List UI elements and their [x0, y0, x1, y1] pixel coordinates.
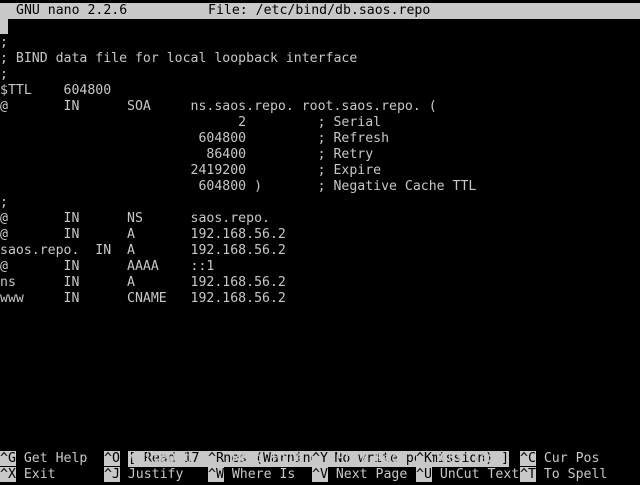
shortcut-exit[interactable]: ^X Exit [0, 467, 56, 483]
shortcut-prev-page[interactable]: ^Y Prev Page [312, 451, 407, 467]
buffer-line-11[interactable]: 604800 ) ; Negative Cache TTL [0, 179, 640, 195]
shortcut-key: ^K [416, 451, 432, 466]
buffer-line-3[interactable]: ; BIND data file for local loopback inte… [0, 51, 640, 67]
status-bar: [ Read 17 lines (Warning: No write permi… [0, 435, 640, 467]
shortcut-key: ^G [0, 451, 16, 466]
shortcut-key: ^Y [312, 451, 328, 466]
app-version: GNU nano 2.2.6 [16, 3, 128, 18]
buffer-line-17[interactable]: ns IN A 192.168.56.2 [0, 275, 640, 291]
shortcut-cur-pos[interactable]: ^C Cur Pos [520, 451, 599, 467]
terminal: GNU nano 2.2.6 File: /etc/bind/db.saos.r… [0, 3, 640, 307]
shortcut-where-is[interactable]: ^W Where Is [208, 467, 295, 483]
buffer-line-6[interactable]: @ IN SOA ns.saos.repo. root.saos.repo. ( [0, 99, 640, 115]
shortcut-label: Next Page [335, 467, 408, 482]
shortcut-key: ^J [104, 467, 120, 482]
shortcut-label: UnCut Text [439, 467, 520, 482]
shortcut-label: Exit [23, 467, 56, 482]
shortcut-key: ^V [312, 467, 328, 482]
shortcut-uncut-text[interactable]: ^U UnCut Text [416, 467, 519, 483]
buffer-line-18[interactable]: www IN CNAME 192.168.56.2 [0, 291, 640, 307]
shortcut-key: ^U [416, 467, 432, 482]
shortcut-label: Read File [231, 451, 304, 466]
shortcut-key: ^T [520, 467, 536, 482]
shortcut-key: ^O [104, 451, 120, 466]
buffer-line-9[interactable]: 86400 ; Retry [0, 147, 640, 163]
buffer-line-5[interactable]: $TTL 604800 [0, 83, 640, 99]
shortcut-label: Cut Text [439, 451, 504, 466]
shortcut-label: Cur Pos [543, 451, 600, 466]
shortcut-justify[interactable]: ^J Justify [104, 467, 183, 483]
buffer-line-14[interactable]: @ IN A 192.168.56.2 [0, 227, 640, 243]
shortcut-key: ^R [208, 451, 224, 466]
shortcut-to-spell[interactable]: ^T To Spell [520, 467, 607, 483]
shortcut-writeout[interactable]: ^O WriteOut [104, 451, 191, 467]
buffer-line-15[interactable]: saos.repo. IN A 192.168.56.2 [0, 243, 640, 259]
shortcut-key: ^W [208, 467, 224, 482]
buffer-line-10[interactable]: 2419200 ; Expire [0, 163, 640, 179]
shortcut-label: WriteOut [127, 451, 192, 466]
shortcut-next-page[interactable]: ^V Next Page [312, 467, 407, 483]
shortcut-label: Justify [127, 467, 184, 482]
shortcut-label: To Spell [543, 467, 608, 482]
title-bar: GNU nano 2.2.6 File: /etc/bind/db.saos.r… [0, 3, 640, 19]
shortcut-cut-text[interactable]: ^K Cut Text [416, 451, 503, 467]
buffer-line-1[interactable] [0, 19, 640, 35]
buffer-line-12[interactable]: ; [0, 195, 640, 211]
shortcut-label: Prev Page [335, 451, 408, 466]
editor-buffer[interactable]: ; ; BIND data file for local loopback in… [0, 19, 640, 307]
shortcut-label: Where Is [231, 467, 296, 482]
buffer-line-13[interactable]: @ IN NS saos.repo. [0, 211, 640, 227]
shortcut-key: ^X [0, 467, 16, 482]
buffer-line-7[interactable]: 2 ; Serial [0, 115, 640, 131]
buffer-line-8[interactable]: 604800 ; Refresh [0, 131, 640, 147]
buffer-line-16[interactable]: @ IN AAAA ::1 [0, 259, 640, 275]
shortcut-read-file[interactable]: ^R Read File [208, 451, 303, 467]
text-cursor [0, 19, 8, 34]
file-name: File: /etc/bind/db.saos.repo [208, 3, 431, 18]
shortcut-label: Get Help [23, 451, 88, 466]
shortcut-key: ^C [520, 451, 536, 466]
shortcut-get-help[interactable]: ^G Get Help [0, 451, 87, 467]
buffer-line-4[interactable]: ; [0, 67, 640, 83]
buffer-line-2[interactable]: ; [0, 35, 640, 51]
